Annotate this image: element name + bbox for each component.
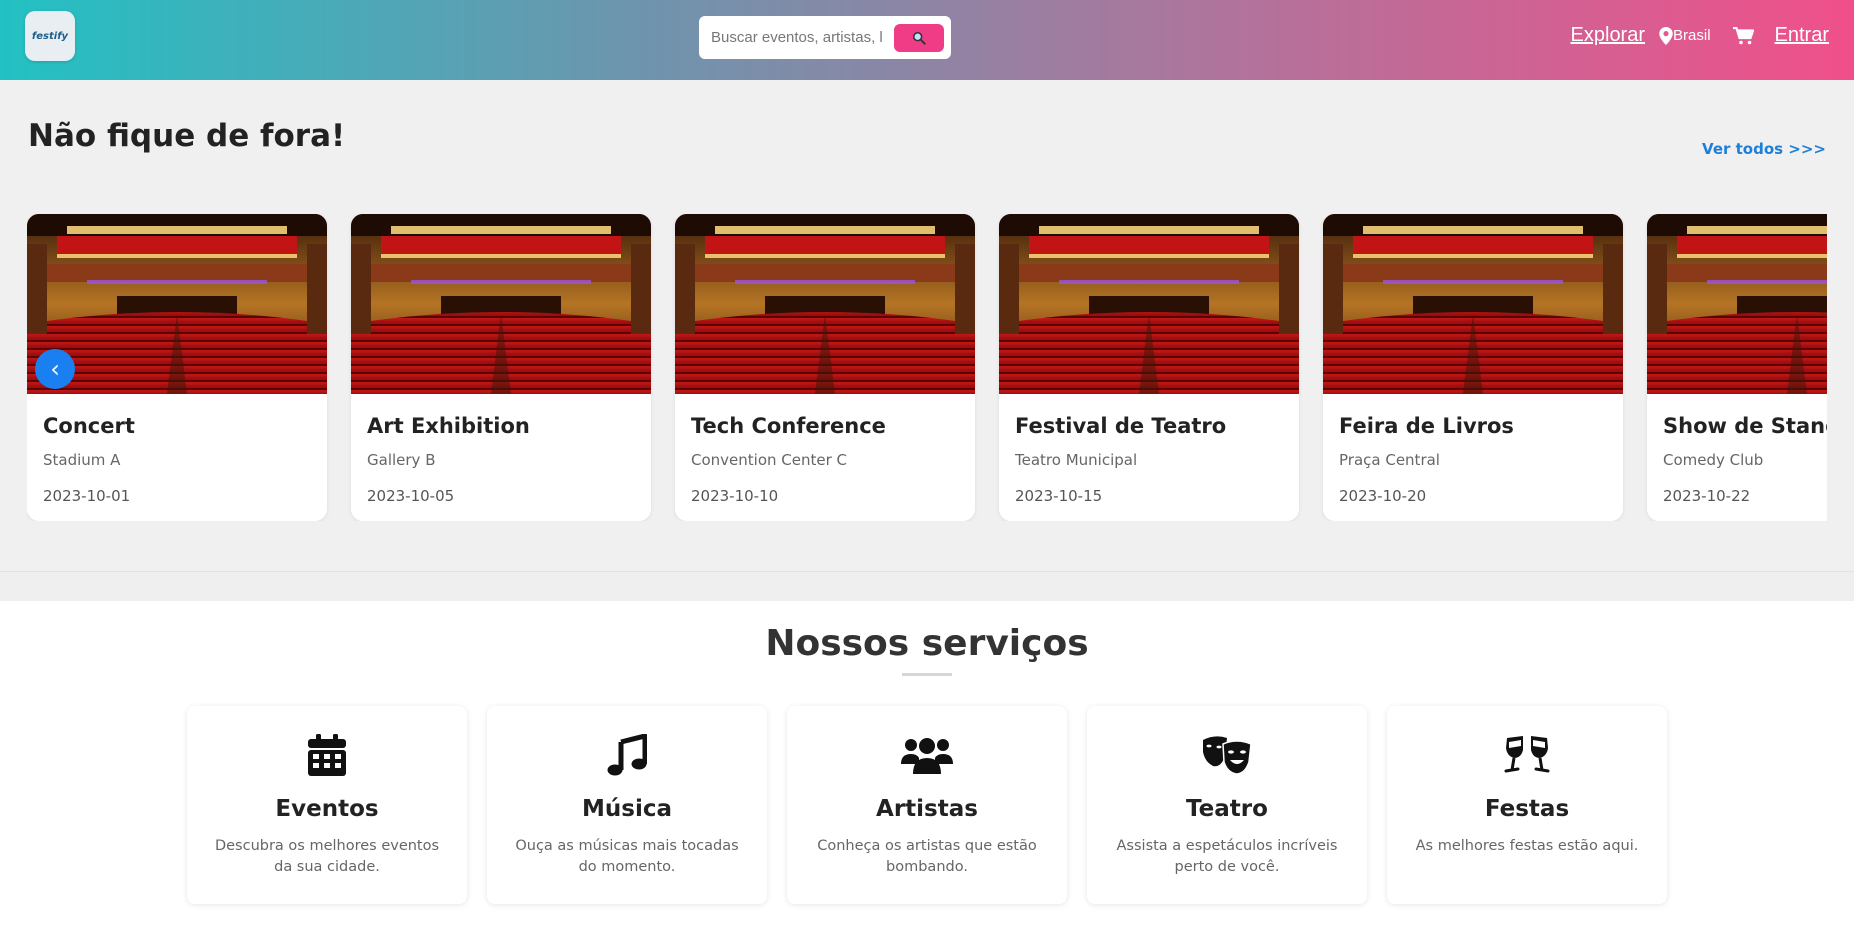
top-navbar: festify Explorar Brasil Entrar [0, 0, 1854, 80]
calendar-icon [187, 734, 467, 778]
event-image [1323, 214, 1623, 394]
service-description: Conheça os artistas que estão bombando. [817, 838, 1037, 875]
location-selector[interactable]: Brasil [1659, 26, 1711, 45]
logo-text: festify [31, 30, 69, 42]
service-description: As melhores festas estão aqui. [1415, 838, 1639, 854]
event-card[interactable]: Festival de Teatro Teatro Municipal 2023… [999, 214, 1299, 521]
service-card-festas[interactable]: Festas As melhores festas estão aqui. [1387, 706, 1667, 904]
users-icon [787, 734, 1067, 778]
event-image [675, 214, 975, 394]
event-card[interactable]: Tech Conference Convention Center C 2023… [675, 214, 975, 521]
event-image [1647, 214, 1827, 394]
event-card[interactable]: Feira de Livros Praça Central 2023-10-20 [1323, 214, 1623, 521]
event-venue: Praça Central [1339, 451, 1440, 469]
event-card[interactable]: Show de Stand-up Comedy Club 2023-10-22 [1647, 214, 1827, 521]
service-description: Ouça as músicas mais tocadas do momento. [515, 838, 739, 875]
service-card-eventos[interactable]: Eventos Descubra os melhores eventos da … [187, 706, 467, 904]
section-title: Não fique de fora! [28, 118, 346, 154]
services-title: Nossos serviços [765, 623, 1089, 664]
cart-button[interactable] [1732, 26, 1755, 45]
event-title: Tech Conference [691, 414, 886, 438]
event-title: Concert [43, 414, 135, 438]
map-marker-icon [1659, 26, 1673, 45]
event-date: 2023-10-20 [1339, 487, 1427, 505]
carousel-prev-button[interactable]: ‹ [35, 349, 75, 389]
search-bar [699, 16, 951, 59]
nav-explore-link[interactable]: Explorar [1571, 24, 1645, 47]
event-venue: Comedy Club [1663, 451, 1764, 469]
event-title: Festival de Teatro [1015, 414, 1227, 438]
services-section: Nossos serviços Eventos Descubra os melh… [0, 601, 1854, 927]
search-icon [912, 31, 926, 45]
music-icon [487, 734, 767, 778]
event-image [999, 214, 1299, 394]
service-title: Música [582, 796, 672, 822]
nav-links: Explorar Brasil Entrar [1571, 24, 1829, 47]
event-date: 2023-10-10 [691, 487, 779, 505]
location-label: Brasil [1673, 27, 1711, 44]
service-title: Festas [1484, 796, 1570, 822]
event-date: 2023-10-01 [43, 487, 131, 505]
theater-masks-icon [1087, 734, 1367, 778]
events-carousel[interactable]: Concert Stadium A 2023-10-01 Art Exhibit… [27, 214, 1827, 521]
search-button[interactable] [894, 23, 944, 52]
service-title: Artistas [876, 796, 978, 822]
event-venue: Stadium A [43, 451, 121, 469]
service-card-artistas[interactable]: Artistas Conheça os artistas que estão b… [787, 706, 1067, 904]
service-card-musica[interactable]: Música Ouça as músicas mais tocadas do m… [487, 706, 767, 904]
service-description: Descubra os melhores eventos da sua cida… [214, 838, 440, 875]
event-date: 2023-10-05 [367, 487, 455, 505]
chevron-left-icon: ‹ [50, 355, 60, 383]
event-title: Art Exhibition [367, 414, 530, 438]
service-title: Teatro [1186, 796, 1268, 822]
festify-logo[interactable]: festify [25, 11, 75, 61]
event-image [351, 214, 651, 394]
service-title: Eventos [275, 796, 379, 822]
see-all-link[interactable]: Ver todos >>> [1702, 140, 1826, 158]
event-title: Show de Stand-up [1663, 414, 1827, 438]
event-venue: Teatro Municipal [1015, 451, 1138, 469]
event-venue: Convention Center C [691, 451, 847, 469]
event-venue: Gallery B [367, 451, 436, 469]
event-card[interactable]: Art Exhibition Gallery B 2023-10-05 [351, 214, 651, 521]
login-link[interactable]: Entrar [1775, 24, 1829, 47]
event-title: Feira de Livros [1339, 414, 1514, 438]
shopping-cart-icon [1732, 26, 1754, 44]
service-description: Assista a espetáculos incríveis perto de… [1116, 838, 1338, 875]
title-underline [902, 673, 952, 676]
section-divider [0, 571, 1854, 601]
service-card-teatro[interactable]: Teatro Assista a espetáculos incríveis p… [1087, 706, 1367, 904]
glasses-cheers-icon [1387, 734, 1667, 778]
search-input[interactable] [711, 29, 891, 46]
event-date: 2023-10-22 [1663, 487, 1751, 505]
event-date: 2023-10-15 [1015, 487, 1103, 505]
